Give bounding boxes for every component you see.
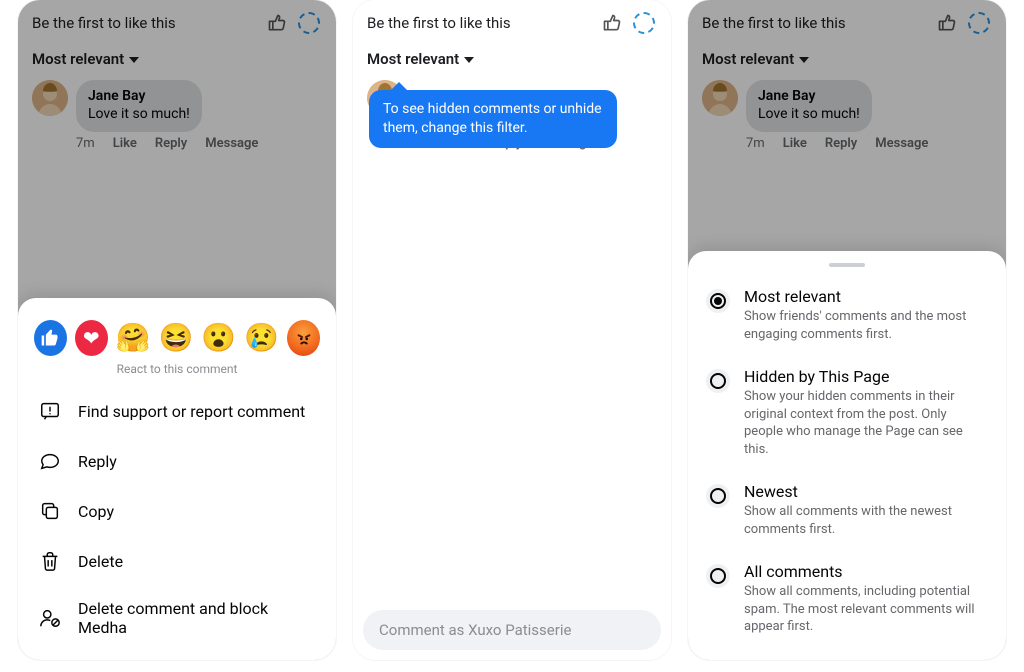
- settings-icon[interactable]: [296, 10, 322, 36]
- radio-unselected-icon: [706, 564, 730, 588]
- comment-item[interactable]: Jane Bay Love it so much!: [688, 78, 1006, 132]
- option-delete[interactable]: Delete: [34, 536, 320, 586]
- comment-author: Jane Bay: [88, 88, 190, 106]
- filter-label: Most relevant: [702, 50, 794, 68]
- comment-bubble: Jane Bay Love it so much!: [76, 80, 202, 132]
- filter-desc: Show all comments, including potential s…: [744, 583, 988, 636]
- filter-picker-sheet: Most relevant Show friends' comments and…: [688, 251, 1006, 660]
- option-label: Copy: [78, 502, 114, 521]
- reaction-sad[interactable]: 😢: [244, 320, 279, 356]
- filter-option-most-relevant[interactable]: Most relevant Show friends' comments and…: [702, 277, 992, 357]
- reaction-care[interactable]: 🤗: [116, 320, 151, 356]
- reaction-bar: ❤ 🤗 😆 😮 😢: [34, 316, 320, 358]
- option-label: Delete: [78, 552, 123, 571]
- comment-actions: 7m Like Reply Message: [688, 132, 1006, 151]
- block-user-icon: [38, 606, 62, 630]
- comments-pane: Be the first to like this Most relevant …: [353, 0, 671, 660]
- screen-filter-tooltip: Be the first to like this Most relevant …: [353, 0, 671, 660]
- comment-message-button[interactable]: Message: [875, 136, 928, 151]
- avatar: [702, 80, 738, 116]
- tooltip-text: To see hidden comments or unhide them, c…: [383, 101, 602, 136]
- trash-icon: [38, 549, 62, 573]
- comment-like-button[interactable]: Like: [783, 136, 807, 151]
- filter-desc: Show your hidden comments in their origi…: [744, 388, 988, 458]
- composer-placeholder: Comment as Xuxo Patisserie: [379, 621, 571, 639]
- avatar: [32, 80, 68, 116]
- reply-icon: [38, 449, 62, 473]
- copy-icon: [38, 499, 62, 523]
- comment-like-button[interactable]: Like: [113, 136, 137, 151]
- filter-title: Newest: [744, 482, 988, 501]
- filter-tooltip: To see hidden comments or unhide them, c…: [369, 90, 617, 148]
- comment-filter-selector[interactable]: Most relevant: [18, 40, 336, 78]
- option-label: Reply: [78, 452, 117, 471]
- comment-text: Love it so much!: [758, 106, 860, 122]
- reaction-wow[interactable]: 😮: [201, 320, 236, 356]
- radio-unselected-icon: [706, 369, 730, 393]
- settings-icon[interactable]: [966, 10, 992, 36]
- like-summary-row: Be the first to like this: [18, 0, 336, 40]
- chevron-down-icon: [464, 57, 474, 63]
- react-caption: React to this comment: [34, 358, 320, 386]
- radio-unselected-icon: [706, 484, 730, 508]
- comment-time: 7m: [746, 136, 765, 151]
- filter-label: Most relevant: [367, 50, 459, 68]
- report-icon: [38, 399, 62, 423]
- reaction-like[interactable]: [34, 320, 67, 356]
- option-label: Find support or report comment: [78, 402, 305, 421]
- filter-label: Most relevant: [32, 50, 124, 68]
- option-report[interactable]: Find support or report comment: [34, 386, 320, 436]
- filter-option-all[interactable]: All comments Show all comments, includin…: [702, 552, 992, 650]
- comment-composer[interactable]: Comment as Xuxo Patisserie: [363, 610, 661, 650]
- settings-icon[interactable]: [631, 10, 657, 36]
- filter-desc: Show all comments with the newest commen…: [744, 503, 988, 538]
- like-prompt: Be the first to like this: [32, 14, 176, 32]
- like-summary-row: Be the first to like this: [688, 0, 1006, 40]
- like-icon[interactable]: [934, 10, 960, 36]
- comment-text: Love it so much!: [88, 106, 190, 122]
- comment-filter-selector[interactable]: Most relevant: [688, 40, 1006, 78]
- sheet-grabber[interactable]: [829, 263, 865, 267]
- filter-title: Hidden by This Page: [744, 367, 988, 386]
- filter-title: All comments: [744, 562, 988, 581]
- option-delete-and-block[interactable]: Delete comment and block Medha: [34, 586, 320, 650]
- like-icon[interactable]: [599, 10, 625, 36]
- chevron-down-icon: [799, 57, 809, 63]
- like-icon[interactable]: [264, 10, 290, 36]
- comment-reply-button[interactable]: Reply: [155, 136, 187, 151]
- comment-time: 7m: [76, 136, 95, 151]
- like-summary-row: Be the first to like this: [353, 0, 671, 40]
- comment-reply-button[interactable]: Reply: [825, 136, 857, 151]
- like-prompt: Be the first to like this: [702, 14, 846, 32]
- comment-filter-selector[interactable]: Most relevant: [353, 40, 671, 78]
- option-reply[interactable]: Reply: [34, 436, 320, 486]
- comment-action-sheet: ❤ 🤗 😆 😮 😢 React to this comment Find sup…: [18, 298, 336, 660]
- filter-option-hidden[interactable]: Hidden by This Page Show your hidden com…: [702, 357, 992, 472]
- comment-message-button[interactable]: Message: [205, 136, 258, 151]
- reaction-haha[interactable]: 😆: [159, 320, 194, 356]
- like-prompt: Be the first to like this: [367, 14, 511, 32]
- screen-comment-actions: Be the first to like this Most relevant …: [18, 0, 336, 660]
- option-label: Delete comment and block Medha: [78, 599, 316, 637]
- radio-selected-icon: [706, 289, 730, 313]
- comment-bubble: Jane Bay Love it so much!: [746, 80, 872, 132]
- comment-actions: 7m Like Reply Message: [18, 132, 336, 151]
- comment-author: Jane Bay: [758, 88, 860, 106]
- reaction-love[interactable]: ❤: [75, 320, 108, 356]
- option-copy[interactable]: Copy: [34, 486, 320, 536]
- chevron-down-icon: [129, 57, 139, 63]
- screen-filter-picker: Be the first to like this Most relevant …: [688, 0, 1006, 660]
- filter-option-newest[interactable]: Newest Show all comments with the newest…: [702, 472, 992, 552]
- filter-title: Most relevant: [744, 287, 988, 306]
- filter-desc: Show friends' comments and the most enga…: [744, 308, 988, 343]
- comment-item[interactable]: Jane Bay Love it so much!: [18, 78, 336, 132]
- reaction-angry[interactable]: [287, 320, 320, 356]
